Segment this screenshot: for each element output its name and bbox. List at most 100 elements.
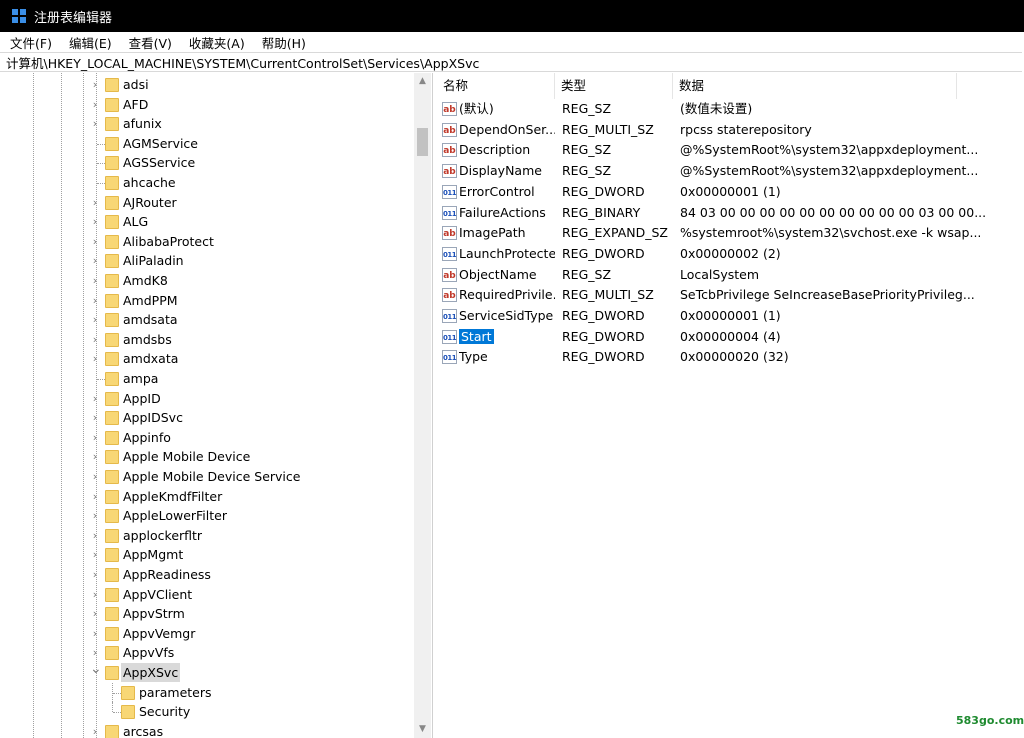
value-row[interactable]: 011 Start REG_DWORD 0x00000004 (4) [437,327,1024,347]
chevron-right-icon[interactable]: › [90,506,100,525]
value-row[interactable]: 011 ServiceSidType REG_DWORD 0x00000001 (1) [437,306,1024,326]
tree-item[interactable]: AGMService [0,134,414,153]
tree-item[interactable]: › AFD [0,95,414,114]
tree-item[interactable]: › AmdK8 [0,271,414,290]
string-value-icon: ab [442,267,457,282]
chevron-right-icon[interactable]: › [90,487,100,506]
tree-item[interactable]: › AliPaladin [0,251,414,270]
value-row[interactable]: 011 Type REG_DWORD 0x00000020 (32) [437,347,1024,367]
chevron-right-icon[interactable]: › [90,565,100,584]
address-bar[interactable]: 计算机\HKEY_LOCAL_MACHINE\SYSTEM\CurrentCon… [0,52,1022,72]
menu-view[interactable]: 查看(V) [119,33,179,52]
value-row[interactable]: ab ObjectName REG_SZ LocalSystem [437,265,1024,285]
menu-edit[interactable]: 编辑(E) [59,33,119,52]
chevron-right-icon[interactable]: › [90,330,100,349]
chevron-right-icon[interactable]: › [90,114,100,133]
scroll-up-arrow-icon[interactable]: ▲ [414,73,431,90]
menu-file[interactable]: 文件(F) [0,33,59,52]
chevron-right-icon[interactable]: › [90,545,100,564]
tree-item[interactable]: ⌄ AppXSvc [0,662,414,682]
folder-icon [105,195,119,210]
value-row[interactable]: ab DependOnSer... REG_MULTI_SZ rpcss stater… [437,120,1024,140]
value-row[interactable]: ab ImagePath REG_EXPAND_SZ %systemroot%\sys… [437,223,1024,243]
tree-item[interactable]: › AppvVfs [0,643,414,662]
chevron-right-icon[interactable]: › [90,447,100,466]
tree-item[interactable]: › Appinfo [0,428,414,447]
values-list-pane[interactable]: 名称 类型 数据 ab (默认) REG_SZ (数值未设置) ab DependOnSe… [437,73,1024,738]
chevron-right-icon[interactable]: › [90,526,100,545]
tree-item[interactable]: › AppID [0,389,414,408]
value-row[interactable]: 011 LaunchProtected REG_DWORD 0x00000002 (2… [437,244,1024,264]
value-row[interactable]: ab RequiredPrivile... REG_MULTI_SZ SeTcbPri… [437,285,1024,305]
tree-item[interactable]: › Apple Mobile Device Service [0,467,414,486]
address-path: 计算机\HKEY_LOCAL_MACHINE\SYSTEM\CurrentCon… [6,55,480,71]
tree-item[interactable]: › arcsas [0,722,414,738]
chevron-right-icon[interactable]: › [90,585,100,604]
value-row[interactable]: ab Description REG_SZ @%SystemRoot%\system3… [437,140,1024,160]
value-name-text: Type [459,349,488,365]
tree-item[interactable]: › AlibabaProtect [0,232,414,251]
tree-item[interactable]: › afunix [0,114,414,133]
value-row[interactable]: ab (默认) REG_SZ (数值未设置) [437,99,1024,119]
scroll-thumb[interactable] [417,128,428,156]
chevron-down-icon[interactable]: ⌄ [90,662,102,682]
tree-item[interactable]: › AppReadiness [0,565,414,584]
tree-item[interactable]: › AmdPPM [0,291,414,310]
tree-item[interactable]: › AppleKmdfFilter [0,487,414,506]
chevron-right-icon[interactable]: › [90,643,100,662]
tree-item[interactable]: › amdsata [0,310,414,329]
tree-item[interactable]: › adsi [0,75,414,94]
chevron-right-icon[interactable]: › [90,75,100,94]
value-name-text: DependOnSer... [459,121,555,137]
value-type: REG_SZ [562,142,612,158]
header-data[interactable]: 数据 [673,73,957,99]
value-row[interactable]: ab DisplayName REG_SZ @%SystemRoot%\system3… [437,161,1024,181]
value-row[interactable]: 011 ErrorControl REG_DWORD 0x00000001 (1) [437,182,1024,202]
chevron-right-icon[interactable]: › [90,212,100,231]
scroll-down-arrow-icon[interactable]: ▼ [414,721,431,738]
tree-item[interactable]: › AppleLowerFilter [0,506,414,525]
tree-item[interactable]: › AppvVemgr [0,624,414,643]
tree-item[interactable]: › applockerfltr [0,526,414,545]
key-tree-pane[interactable]: › adsi › AFD › afunix AGMService AGSService ahca… [0,73,433,738]
header-type[interactable]: 类型 [555,73,673,99]
tree-item-label: AppIDSvc [123,410,183,426]
tree-item[interactable]: › AppIDSvc [0,408,414,427]
menu-favorites[interactable]: 收藏夹(A) [179,33,252,52]
tree-item[interactable]: › amdsbs [0,330,414,349]
tree-item[interactable]: › AppMgmt [0,545,414,564]
chevron-right-icon[interactable]: › [90,271,100,290]
tree-item[interactable]: AGSService [0,153,414,172]
chevron-right-icon[interactable]: › [90,408,100,427]
chevron-right-icon[interactable]: › [90,193,100,212]
chevron-right-icon[interactable]: › [90,604,100,623]
tree-item[interactable]: › Apple Mobile Device [0,447,414,466]
menu-help[interactable]: 帮助(H) [252,33,313,52]
tree-item[interactable]: › ALG [0,212,414,231]
tree-item[interactable]: ampa [0,369,414,388]
tree-item[interactable]: ahcache [0,173,414,192]
tree-item[interactable]: › AppvStrm [0,604,414,623]
value-row[interactable]: 011 FailureActions REG_BINARY 84 03 00 00 0… [437,203,1024,223]
chevron-right-icon[interactable]: › [90,467,100,486]
tree-item[interactable]: › AppVClient [0,585,414,604]
chevron-right-icon[interactable]: › [90,349,100,368]
string-value-icon: ab [442,102,457,116]
tree-item[interactable]: › AJRouter [0,193,414,212]
chevron-right-icon[interactable]: › [90,428,100,447]
value-type: REG_SZ [562,266,612,282]
chevron-right-icon[interactable]: › [90,389,100,408]
chevron-right-icon[interactable]: › [90,95,100,114]
header-name[interactable]: 名称 [437,73,555,99]
chevron-right-icon[interactable]: › [90,251,100,270]
chevron-right-icon[interactable]: › [90,291,100,310]
chevron-right-icon[interactable]: › [90,232,100,251]
value-name-text: ObjectName [459,266,537,282]
tree-item[interactable]: parameters [0,682,414,703]
tree-item[interactable]: › amdxata [0,349,414,368]
chevron-right-icon[interactable]: › [90,624,100,643]
tree-item[interactable]: Security [0,702,414,721]
chevron-right-icon[interactable]: › [90,722,100,738]
tree-scrollbar[interactable]: ▲ ▼ [414,73,431,738]
chevron-right-icon[interactable]: › [90,310,100,329]
